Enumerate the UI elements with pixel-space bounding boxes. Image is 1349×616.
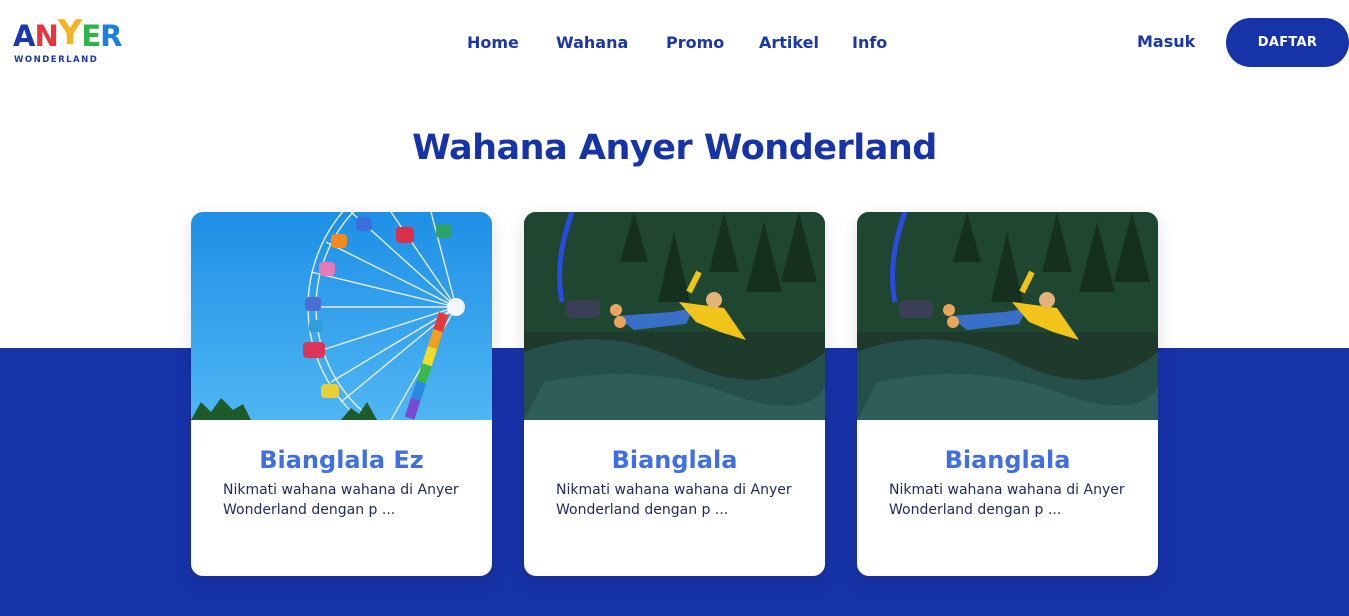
card-title: Bianglala Ez bbox=[259, 446, 424, 474]
ride-card[interactable]: Bianglala Nikmati wahana wahana di Anyer… bbox=[524, 212, 825, 576]
bungee-jump-photo bbox=[857, 212, 1158, 420]
ride-card[interactable]: Bianglala Ez Nikmati wahana wahana di An… bbox=[191, 212, 492, 576]
nav-item-info[interactable]: Info bbox=[852, 31, 887, 55]
site-header: ANYER WONDERLAND Home Wahana Promo Artik… bbox=[0, 0, 1349, 86]
logo-subtitle: WONDERLAND bbox=[14, 55, 99, 65]
card-description: Nikmati wahana wahana di Anyer Wonderlan… bbox=[889, 482, 1125, 518]
bungee-jump-photo bbox=[524, 212, 825, 420]
ride-card[interactable]: Bianglala Nikmati wahana wahana di Anyer… bbox=[857, 212, 1158, 576]
login-link[interactable]: Masuk bbox=[1137, 30, 1195, 54]
nav-item-promo[interactable]: Promo bbox=[666, 31, 724, 55]
card-title: Bianglala bbox=[611, 446, 738, 474]
nav-item-artikel[interactable]: Artikel bbox=[759, 31, 819, 55]
ferris-wheel-photo bbox=[191, 212, 492, 420]
card-description: Nikmati wahana wahana di Anyer Wonderlan… bbox=[223, 482, 459, 518]
nav-item-home[interactable]: Home bbox=[467, 31, 519, 55]
nav-item-wahana[interactable]: Wahana bbox=[556, 31, 628, 55]
card-title: Bianglala bbox=[944, 446, 1071, 474]
register-button[interactable]: DAFTAR bbox=[1226, 18, 1349, 67]
card-description: Nikmati wahana wahana di Anyer Wonderlan… bbox=[556, 482, 792, 518]
page-title: Wahana Anyer Wonderland bbox=[412, 128, 937, 168]
